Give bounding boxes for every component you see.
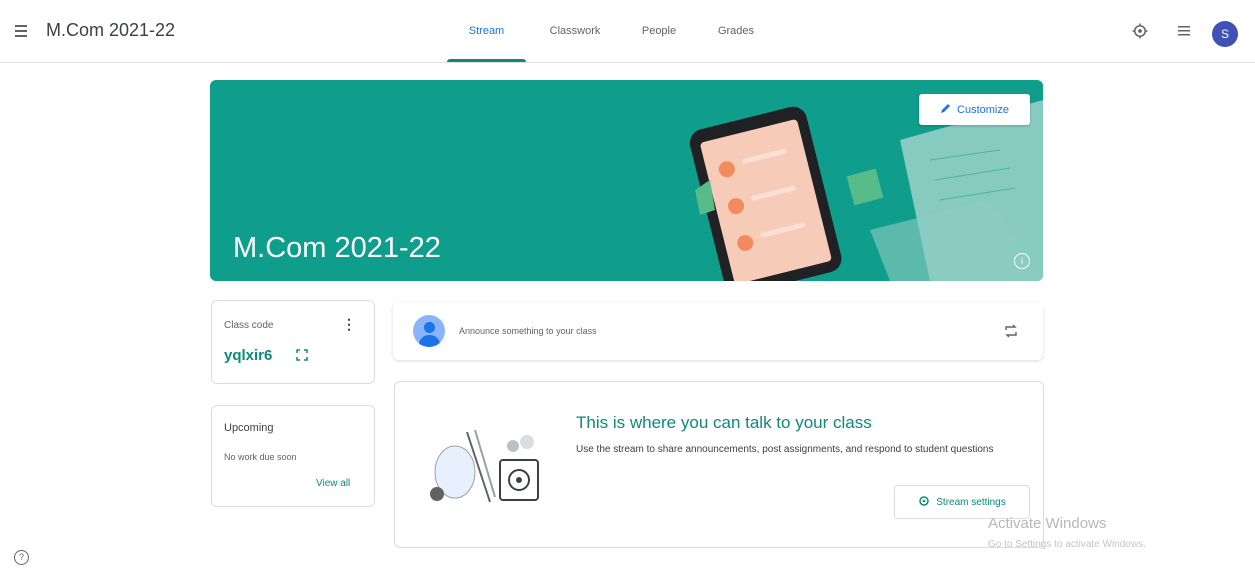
pencil-icon xyxy=(940,102,952,117)
tab-grades[interactable]: Grades xyxy=(694,0,778,62)
upcoming-title: Upcoming xyxy=(224,422,274,434)
stream-empty-state: This is where you can talk to your class… xyxy=(394,381,1044,548)
class-title[interactable]: M.Com 2021-22 xyxy=(46,20,175,41)
fullscreen-icon[interactable] xyxy=(296,349,308,361)
stream-settings-label: Stream settings xyxy=(936,496,1006,508)
class-code-card: Class code ⋮ yqlxir6 xyxy=(211,300,375,384)
settings-gear-icon[interactable] xyxy=(1130,22,1150,42)
view-all-link[interactable]: View all xyxy=(316,478,350,489)
upcoming-card: Upcoming No work due soon View all xyxy=(211,405,375,507)
tab-classwork[interactable]: Classwork xyxy=(526,0,624,62)
gear-icon xyxy=(918,495,930,510)
class-code-value: yqlxir6 xyxy=(224,347,273,364)
account-avatar[interactable]: S xyxy=(1212,21,1238,47)
activate-windows-subtitle: Go to Settings to activate Windows. xyxy=(988,539,1146,550)
empty-state-title: This is where you can talk to your class xyxy=(576,413,872,432)
repost-icon[interactable] xyxy=(1004,324,1018,338)
tab-stream[interactable]: Stream xyxy=(447,0,526,62)
more-vert-icon[interactable]: ⋮ xyxy=(342,315,356,333)
class-code-label: Class code xyxy=(224,320,274,331)
upcoming-subtitle: No work due soon xyxy=(224,452,297,462)
info-icon[interactable]: i xyxy=(1014,253,1030,269)
help-icon[interactable]: ? xyxy=(14,550,29,565)
announce-box[interactable]: Announce something to your class xyxy=(393,302,1043,360)
activate-windows-watermark: Activate Windows xyxy=(988,515,1107,532)
stream-settings-button[interactable]: Stream settings xyxy=(894,485,1030,519)
class-banner: M.Com 2021-22 Customize i xyxy=(210,80,1043,281)
class-tabs: Stream Classwork People Grades xyxy=(447,0,778,62)
top-app-bar: M.Com 2021-22 Stream Classwork People Gr… xyxy=(0,0,1255,63)
banner-class-title: M.Com 2021-22 xyxy=(233,232,441,264)
apps-menu-icon[interactable] xyxy=(1174,22,1194,42)
customize-button[interactable]: Customize xyxy=(919,94,1030,125)
empty-state-description: Use the stream to share announcements, p… xyxy=(576,444,994,455)
talk-illustration-icon xyxy=(430,429,539,503)
tab-people[interactable]: People xyxy=(624,0,694,62)
customize-label: Customize xyxy=(957,103,1009,116)
announce-input[interactable]: Announce something to your class xyxy=(459,326,597,336)
user-avatar xyxy=(413,315,445,347)
main-menu-icon[interactable] xyxy=(12,22,30,40)
